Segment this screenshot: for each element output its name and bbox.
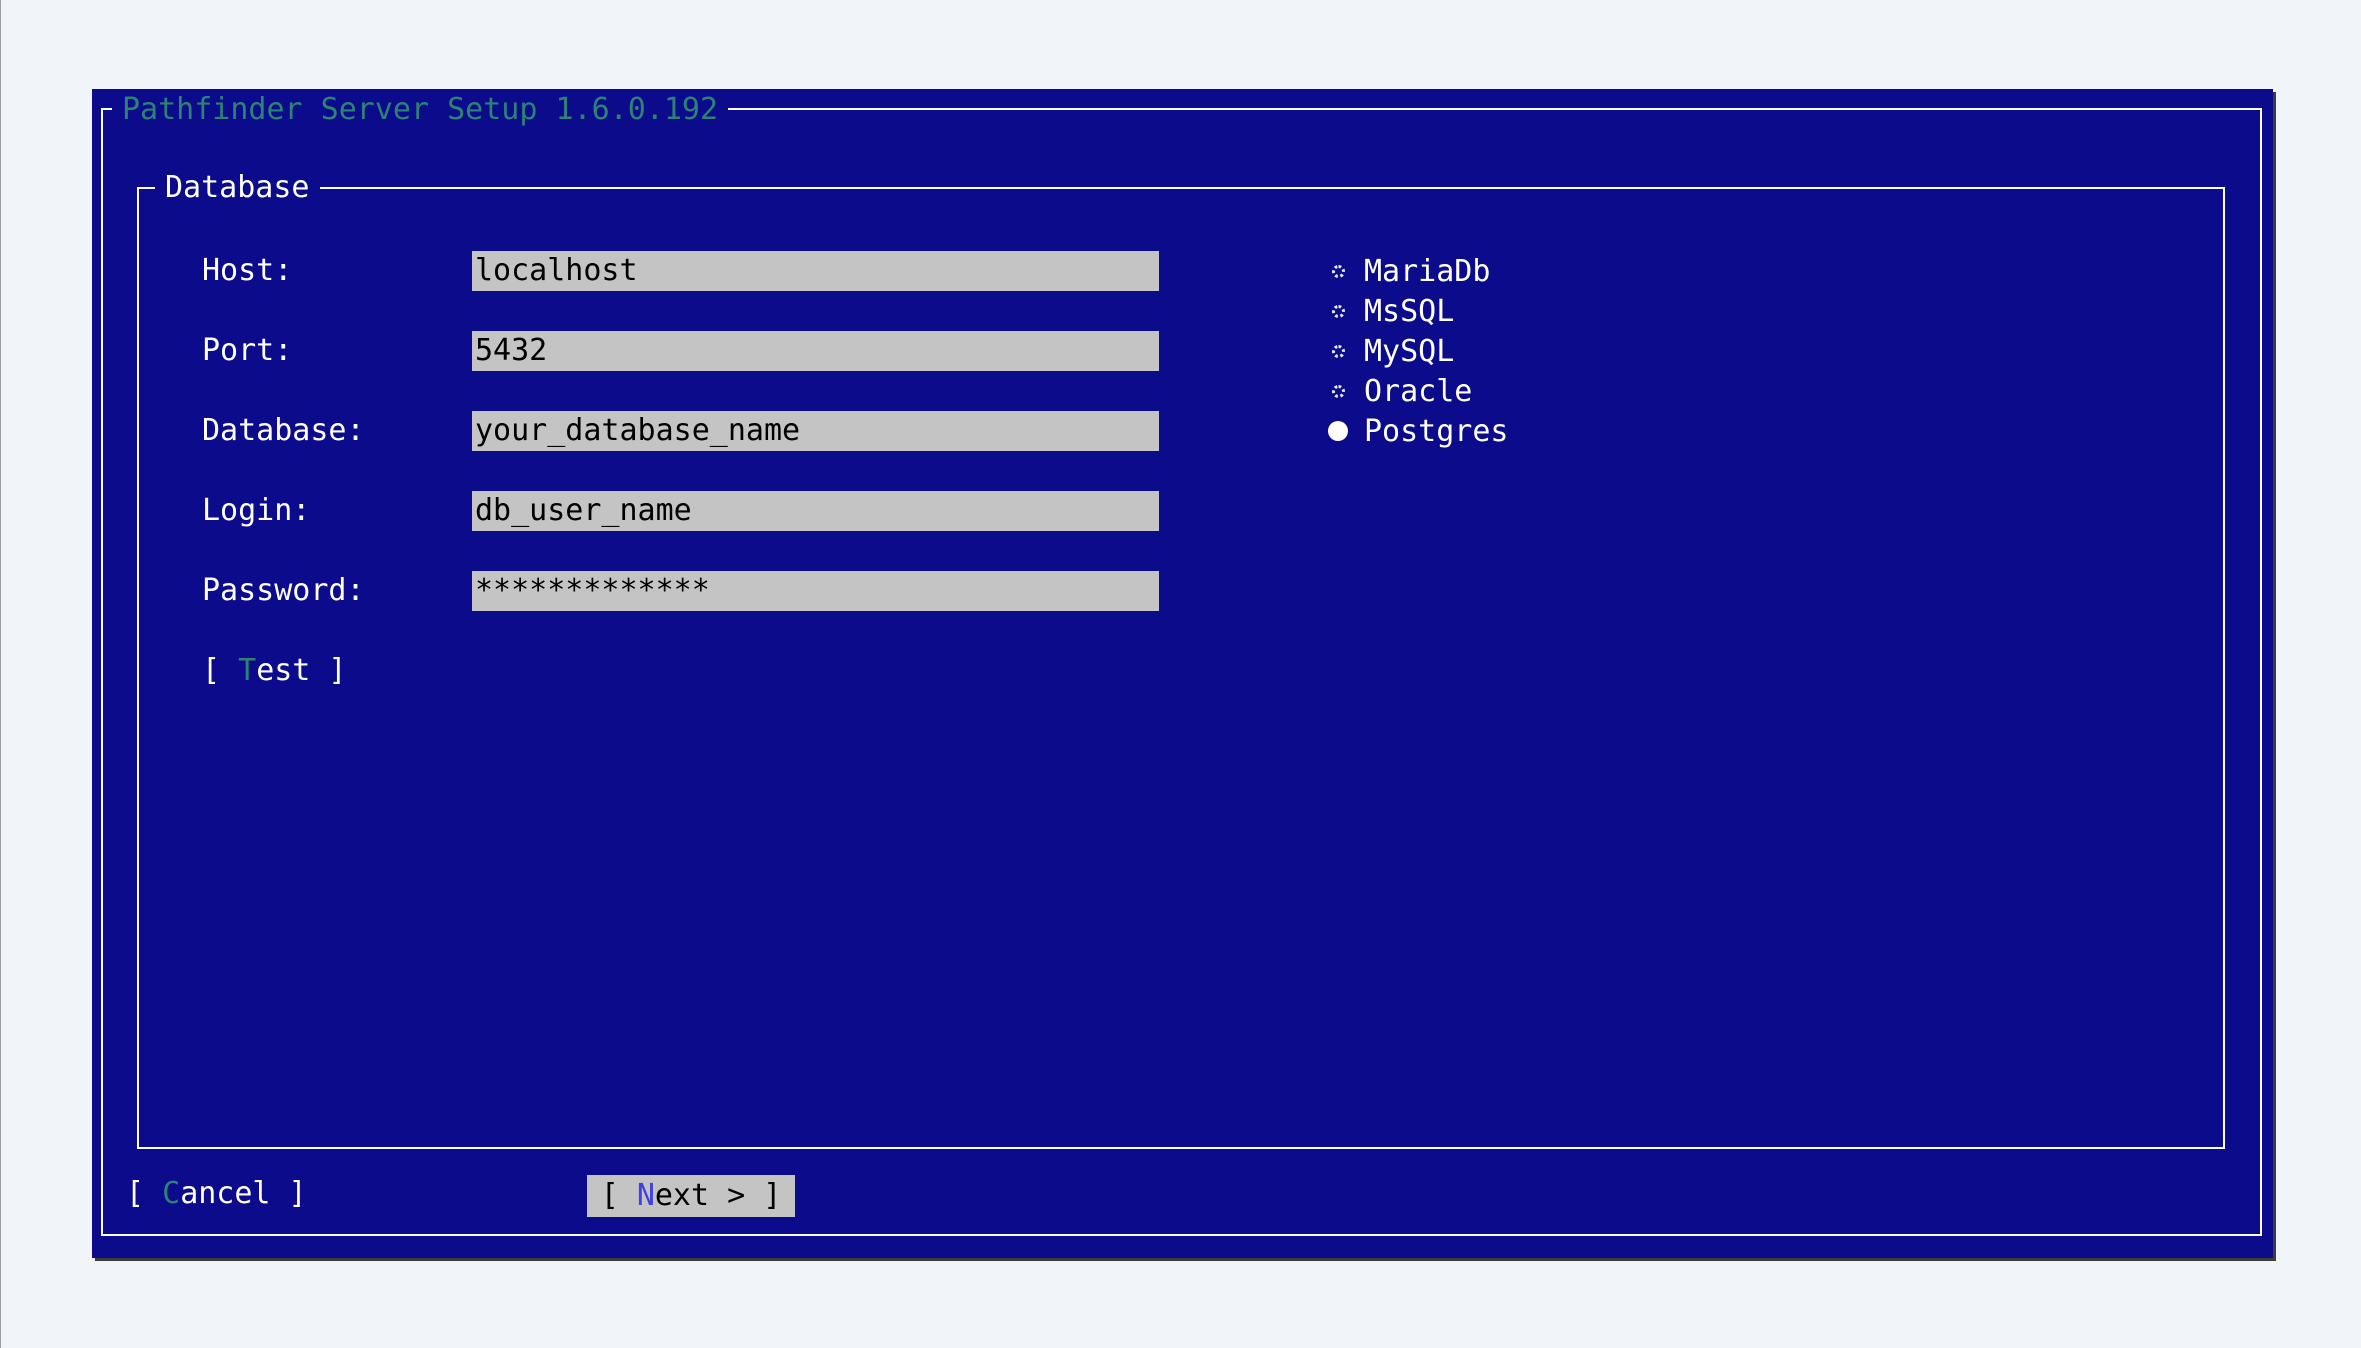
radio-option-label: MySQL (1364, 334, 1454, 369)
radio-unselected-icon (1327, 380, 1349, 402)
database-frame-title: Database (155, 170, 320, 206)
password-label: Password: (202, 571, 365, 611)
radio-unselected-icon (1327, 340, 1349, 362)
radio-option-label: MsSQL (1364, 294, 1454, 329)
host-input[interactable] (472, 251, 1159, 291)
radio-option-label: Postgres (1364, 414, 1509, 449)
radio-option-postgres[interactable]: Postgres (1327, 411, 1509, 451)
database-frame: Database Host: Port: Database: Login: Pa… (137, 187, 2225, 1149)
login-input[interactable] (472, 491, 1159, 531)
password-input[interactable] (472, 571, 1159, 611)
next-button[interactable]: [ Next > ] (587, 1175, 795, 1217)
radio-option-mariadb[interactable]: MariaDb (1327, 251, 1490, 291)
setup-window: Pathfinder Server Setup 1.6.0.192 Databa… (92, 89, 2273, 1258)
host-label: Host: (202, 251, 292, 291)
radio-selected-icon (1327, 420, 1349, 442)
radio-option-label: MariaDb (1364, 254, 1490, 289)
port-input[interactable] (472, 331, 1159, 371)
radio-option-oracle[interactable]: Oracle (1327, 371, 1472, 411)
cancel-hotkey: C (162, 1176, 180, 1211)
login-label: Login: (202, 491, 310, 531)
radio-option-label: Oracle (1364, 374, 1472, 409)
database-input[interactable] (472, 411, 1159, 451)
port-label: Port: (202, 331, 292, 371)
database-label: Database: (202, 411, 365, 451)
radio-unselected-icon (1327, 300, 1349, 322)
window-title: Pathfinder Server Setup 1.6.0.192 (112, 93, 728, 127)
next-hotkey: N (637, 1178, 655, 1213)
test-hotkey: T (238, 653, 256, 688)
radio-unselected-icon (1327, 260, 1349, 282)
cancel-button[interactable]: [ Cancel ] (126, 1174, 307, 1214)
test-button[interactable]: [ Test ] (202, 651, 347, 691)
radio-option-mysql[interactable]: MySQL (1327, 331, 1454, 371)
radio-option-mssql[interactable]: MsSQL (1327, 291, 1454, 331)
